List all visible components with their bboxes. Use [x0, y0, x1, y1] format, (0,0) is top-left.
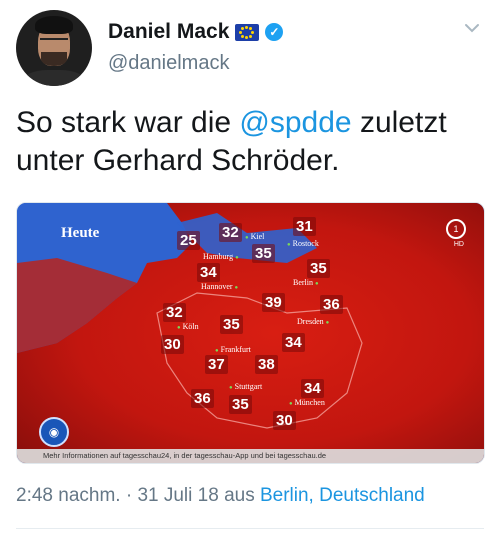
ard-logo-icon: 1 — [446, 219, 466, 239]
temp-label: 25 — [177, 231, 200, 250]
author-name-row: Daniel Mack ✓ — [108, 20, 284, 44]
city-label: Kiel — [245, 232, 265, 241]
avatar-shirt — [22, 70, 86, 86]
city-label: Hamburg — [203, 252, 239, 261]
mention-link[interactable]: @spdde — [239, 106, 351, 139]
city-label: Hannover — [201, 282, 238, 291]
temp-label: 35 — [229, 395, 252, 414]
temp-label: 32 — [163, 303, 186, 322]
temp-label: 34 — [282, 333, 305, 352]
city-label: Stuttgart — [229, 382, 263, 391]
temp-label: 36 — [320, 295, 343, 314]
city-label: Köln — [177, 322, 199, 331]
hd-badge: HD — [453, 241, 464, 248]
tweet-media-weather-map[interactable]: Heute 1 HD 25 32 31 35 34 35 39 36 32 35… — [16, 202, 485, 464]
temp-label: 36 — [191, 389, 214, 408]
temp-label: 34 — [301, 379, 324, 398]
temp-label: 39 — [262, 293, 285, 312]
temp-label: 38 — [255, 355, 278, 374]
avatar-hair — [35, 16, 73, 34]
media-caption: Mehr Informationen auf tagesschau24, in … — [17, 449, 484, 463]
map-title: Heute — [61, 225, 100, 241]
temp-label: 35 — [252, 244, 275, 263]
avatar-beard — [41, 52, 67, 66]
tweet-text-start: So stark war die — [16, 106, 240, 139]
divider — [16, 528, 484, 529]
tagesschau-logo-icon: ◉ — [39, 417, 69, 447]
temp-label: 30 — [161, 335, 184, 354]
user-handle[interactable]: @danielmack — [108, 52, 229, 75]
tweet-meta: 2:48 nachm. · 31 Juli 18 aus Berlin, Deu… — [16, 485, 425, 507]
avatar-glasses — [40, 38, 68, 48]
city-label: München — [289, 398, 325, 407]
temp-label: 37 — [205, 355, 228, 374]
temp-label: 32 — [219, 223, 242, 242]
eu-flag-icon — [235, 23, 260, 41]
tweet-timestamp[interactable]: 2:48 nachm. · 31 Juli 18 aus — [16, 485, 260, 506]
weather-map-graphic — [17, 203, 484, 463]
temp-label: 31 — [293, 217, 316, 236]
city-label: Rostock — [287, 239, 319, 248]
temp-label: 34 — [197, 263, 220, 282]
temp-label: 35 — [220, 315, 243, 334]
temp-label: 30 — [273, 411, 296, 430]
chevron-down-icon[interactable] — [462, 18, 482, 38]
city-label: Frankfurt — [215, 345, 251, 354]
display-name[interactable]: Daniel Mack — [108, 20, 229, 44]
city-label: Berlin — [293, 278, 319, 287]
tweet-location-link[interactable]: Berlin, Deutschland — [260, 485, 425, 506]
temp-label: 35 — [307, 259, 330, 278]
avatar[interactable] — [16, 10, 92, 86]
tweet-text: So stark war die @spdde zuletzt unter Ge… — [16, 104, 486, 180]
city-label: Dresden — [297, 317, 329, 326]
verified-badge-icon: ✓ — [265, 23, 284, 41]
